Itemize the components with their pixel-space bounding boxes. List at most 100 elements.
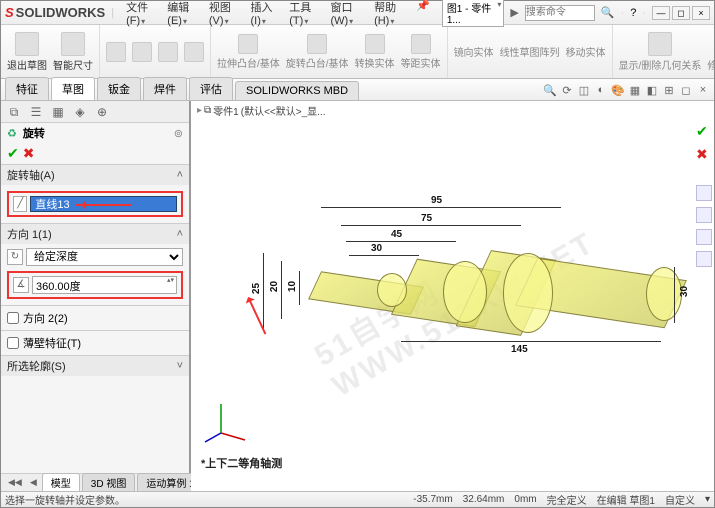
section-direction1-header[interactable]: 方向 1(1)˄ (1, 224, 189, 244)
pm-pin-icon[interactable]: ⊚ (51, 127, 183, 140)
sketch-tool-3[interactable] (158, 42, 178, 62)
ribbon-offset[interactable]: 等距实体 (401, 34, 441, 70)
dim-30: 30 (371, 243, 382, 254)
pm-tab-display-icon[interactable]: ◈ (73, 105, 87, 119)
command-tab-row: 特征 草图 钣金 焊件 评估 SOLIDWORKS MBD 🔍 ⟳ ◫ ◐ 🎨 … (1, 79, 714, 101)
thin-feature-checkbox[interactable] (7, 337, 19, 349)
smart-dimension-button[interactable]: 智能尺寸 (53, 32, 93, 72)
ribbon-revolve[interactable]: 旋转凸台/基体 (286, 34, 349, 70)
graphics-area[interactable]: ▸ ⧉ 零件1 (默认<<默认>_显... 51自学网 WWW.51ZXW.NE… (191, 101, 714, 491)
restore-button[interactable]: ◻ (672, 6, 690, 20)
bottom-tab-model[interactable]: 模型 (42, 473, 80, 492)
breadcrumb[interactable]: ▸ ⧉ 零件1 (默认<<默认>_显... (197, 103, 325, 118)
ribbon-convert[interactable]: 转换实体 (355, 34, 395, 70)
dim-95: 95 (431, 195, 442, 206)
ribbon: 退出草图 智能尺寸 拉伸凸台/基体 旋转凸台/基体 转换实体 等距实体 镜向实体… (1, 25, 714, 79)
tab-mbd[interactable]: SOLIDWORKS MBD (235, 81, 359, 100)
view-tool-icon[interactable]: ◫ (577, 84, 591, 98)
appearance-panel-icon[interactable] (696, 251, 712, 267)
property-manager-pane: ⧉ ☰ ▦ ◈ ⊕ ♻ 旋转 ⊚ ✔ ✖ 旋转轴(A)˄ ╱ (1, 101, 191, 491)
logo-s: S (5, 5, 14, 20)
tab-scroll-left-one[interactable]: ◀ (27, 477, 40, 488)
section-contours-header[interactable]: 所选轮廓(S)˅ (1, 356, 189, 376)
depth-type-select[interactable]: 给定深度 (26, 248, 183, 266)
status-coord-y: 32.64mm (463, 494, 505, 505)
separator: · (621, 7, 625, 19)
revolve-icon: ♻ (7, 127, 17, 140)
status-mode: 在编辑 草图1 (597, 492, 655, 507)
search-input[interactable] (525, 5, 595, 21)
sketch-tool-1[interactable] (106, 42, 126, 62)
direction-reverse-icon[interactable]: ↻ (7, 249, 23, 265)
dim-10: 10 (287, 281, 298, 292)
doc-restore-icon[interactable]: ◻ (679, 84, 693, 98)
pm-tab-feature-tree-icon[interactable]: ⧉ (7, 105, 21, 119)
minimize-button[interactable]: — (652, 6, 670, 20)
tab-sketch[interactable]: 草图 (51, 77, 95, 100)
confirm-corner: ✔ ✖ (696, 123, 712, 267)
view-tool-icon[interactable]: ◧ (645, 84, 659, 98)
exit-sketch-button[interactable]: 退出草图 (7, 32, 47, 72)
ribbon-pattern[interactable]: 线性草图阵列 (500, 44, 560, 59)
view-tool-icon[interactable]: 🔍 (543, 84, 557, 98)
sketch-tool-4[interactable] (184, 42, 204, 62)
revolve-preview: 95 75 45 30 10 20 25 145 30 (251, 231, 671, 351)
dim-75: 75 (421, 213, 432, 224)
ribbon-move[interactable]: 移动实体 (566, 44, 606, 59)
view-tool-icon[interactable]: ◐ (594, 84, 608, 98)
annotation-highlight-box: ∡ 360.00度 (7, 271, 183, 299)
tab-scroll-left[interactable]: ◀◀ (5, 477, 25, 488)
sketch-tool-2[interactable] (132, 42, 152, 62)
dim-145: 145 (511, 344, 528, 355)
confirm-cancel-icon[interactable]: ✖ (696, 146, 712, 163)
dim-20: 20 (269, 281, 280, 292)
active-document-selector[interactable]: 图1 - 零件1... (442, 0, 505, 27)
close-button[interactable]: × (692, 6, 710, 20)
tab-evaluate[interactable]: 评估 (189, 77, 233, 100)
angle-input[interactable]: 360.00度 (32, 276, 177, 294)
status-coord-z: 0mm (514, 494, 536, 505)
section-axis-header[interactable]: 旋转轴(A)˄ (1, 165, 189, 185)
confirm-ok-icon[interactable]: ✔ (696, 123, 712, 140)
view-tool-icon[interactable]: ⟳ (560, 84, 574, 98)
pm-tab-more-icon[interactable]: ⊕ (95, 105, 109, 119)
dim-25: 25 (251, 283, 262, 294)
ribbon-mirror[interactable]: 镜向实体 (454, 44, 494, 59)
dim-30r: 30 (679, 286, 690, 297)
ribbon-relations[interactable]: 显示/删除几何关系 (619, 32, 702, 72)
tab-weldment[interactable]: 焊件 (143, 77, 187, 100)
bottom-tab-3dview[interactable]: 3D 视图 (82, 473, 136, 492)
thin-feature-checkbox-row[interactable]: 薄壁特征(T) (7, 335, 183, 351)
angle-icon: ∡ (13, 277, 29, 293)
appearance-panel-icon[interactable] (696, 229, 712, 245)
direction2-checkbox[interactable] (7, 312, 19, 324)
view-triad (201, 398, 251, 451)
direction2-checkbox-row[interactable]: 方向 2(2) (7, 310, 183, 326)
cancel-button[interactable]: ✖ (23, 145, 35, 162)
ribbon-repair[interactable]: 修复草图 (707, 32, 715, 72)
chevron-right-icon: ▸ (197, 105, 202, 116)
search-icon[interactable]: 🔍 (601, 6, 615, 19)
view-toolbar: 🔍 ⟳ ◫ ◐ 🎨 ▦ ◧ ⊞ ◻ × (543, 84, 710, 100)
ribbon-extrude[interactable]: 拉伸凸台/基体 (217, 34, 280, 70)
help-icon[interactable]: ? (630, 7, 636, 19)
view-tool-icon[interactable]: ▦ (628, 84, 642, 98)
app-logo: SSOLIDWORKS (5, 5, 105, 20)
tab-sheetmetal[interactable]: 钣金 (97, 77, 141, 100)
search-arrow-icon[interactable]: ▶ (510, 6, 518, 19)
accept-button[interactable]: ✔ (7, 145, 19, 162)
view-tool-icon[interactable]: 🎨 (611, 84, 625, 98)
status-custom[interactable]: 自定义 (665, 492, 695, 507)
title-bar: SSOLIDWORKS | 文件(F)▾ 编辑(E)▾ 视图(V)▾ 插入(I)… (1, 1, 714, 25)
pm-tab-property-icon[interactable]: ☰ (29, 105, 43, 119)
appearance-panel-icon[interactable] (696, 185, 712, 201)
axis-selector-icon[interactable]: ╱ (13, 196, 27, 212)
tab-feature[interactable]: 特征 (5, 77, 49, 100)
doc-close-icon[interactable]: × (696, 84, 710, 98)
dim-45: 45 (391, 229, 402, 240)
pm-tab-icons: ⧉ ☰ ▦ ◈ ⊕ (1, 101, 189, 123)
appearance-panel-icon[interactable] (696, 207, 712, 223)
view-tool-icon[interactable]: ⊞ (662, 84, 676, 98)
pm-tab-config-icon[interactable]: ▦ (51, 105, 65, 119)
status-hint: 选择一旋转轴并设定参数。 (5, 492, 125, 507)
